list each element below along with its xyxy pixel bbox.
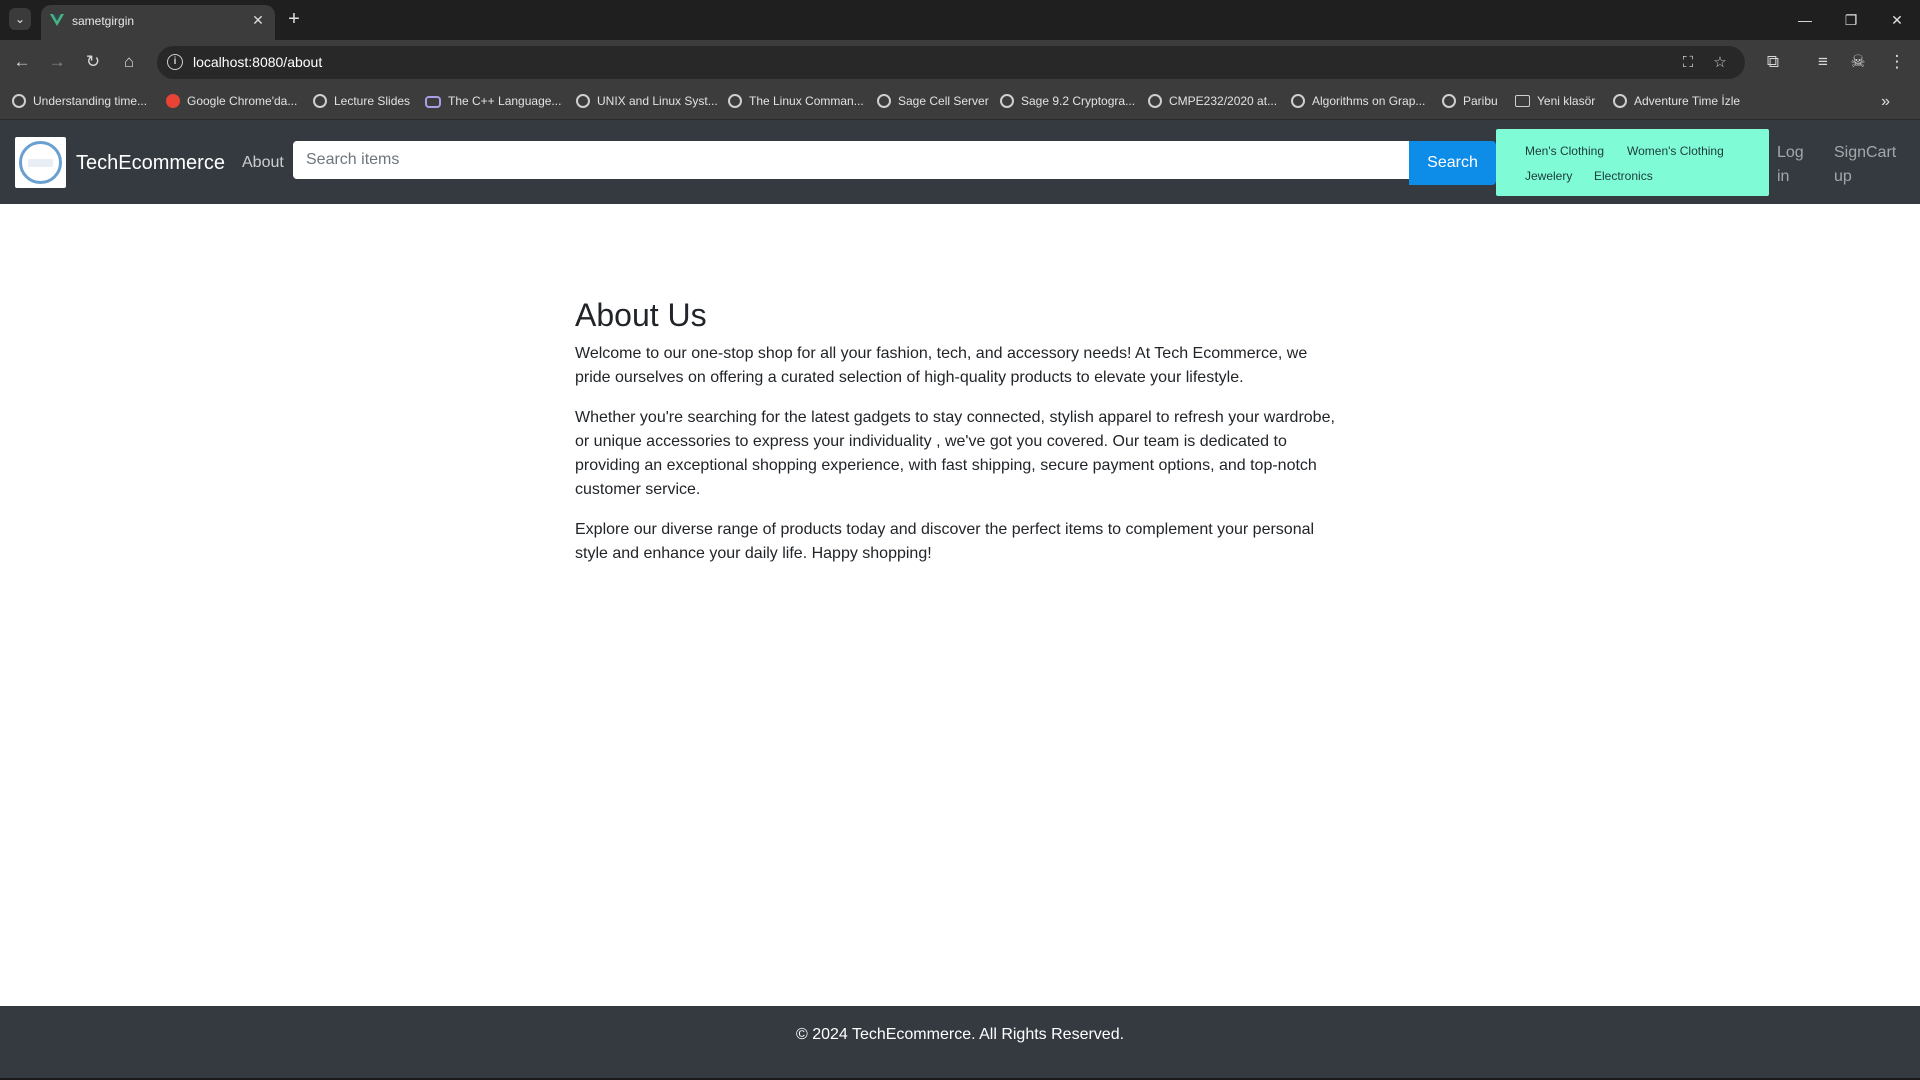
bookmarks-overflow-icon[interactable]: »	[1881, 93, 1890, 111]
bookmark-item[interactable]: Lecture Slides	[313, 94, 410, 112]
site-info-icon[interactable]: i	[167, 54, 183, 70]
site-logo[interactable]	[15, 137, 66, 188]
media-controls-icon[interactable]: ≡	[1810, 49, 1836, 75]
bookmark-label: Sage 9.2 Cryptogra...	[1021, 94, 1136, 108]
bookmark-item[interactable]: Sage 9.2 Cryptogra...	[1000, 94, 1135, 112]
footer-copyright: © 2024 TechEcommerce. All Rights Reserve…	[795, 1026, 1125, 1043]
category-mens-clothing[interactable]: Men's Clothing	[1525, 144, 1604, 158]
bookmark-label: Understanding time...	[33, 94, 148, 108]
about-paragraph: Welcome to our one-stop shop for all you…	[575, 345, 1308, 387]
bookmark-label: Google Chrome'da...	[187, 94, 298, 108]
bookmark-item[interactable]: Understanding time...	[12, 94, 147, 112]
bookmark-item[interactable]: Paribu	[1442, 94, 1498, 112]
window-close-icon[interactable]: ✕	[1882, 6, 1912, 34]
site-navbar: TechEcommerce About Search Men's Clothin…	[0, 120, 1920, 204]
category-electronics[interactable]: Electronics	[1594, 169, 1653, 183]
globe-icon	[877, 94, 891, 108]
about-paragraph: Whether you're searching for the latest …	[575, 409, 1335, 499]
reload-icon[interactable]: ↻	[80, 49, 106, 75]
search-button[interactable]: Search	[1409, 141, 1496, 185]
bookmark-item[interactable]: The C++ Language...	[425, 94, 561, 112]
page-title: About Us	[575, 297, 707, 333]
translate-icon[interactable]: ⛶	[1677, 52, 1699, 74]
extensions-icon[interactable]: ⧉	[1760, 49, 1786, 75]
category-womens-clothing[interactable]: Women's Clothing	[1627, 144, 1724, 158]
nav-about-link[interactable]: About	[242, 154, 284, 172]
globe-icon	[1442, 94, 1456, 108]
url-host: localhost	[193, 54, 249, 70]
new-tab-icon[interactable]: +	[283, 8, 305, 30]
browser-tab[interactable]: sametgirgin ✕	[41, 5, 275, 40]
bookmark-label: The Linux Comman...	[749, 94, 864, 108]
about-section: About Us Welcome to our one-stop shop fo…	[575, 296, 1345, 582]
globe-icon	[1148, 94, 1162, 108]
login-label-line2: in	[1777, 168, 1790, 185]
bookmark-item[interactable]: Algorithms on Grap...	[1291, 94, 1425, 112]
globe-icon	[1000, 94, 1014, 108]
profile-avatar-icon[interactable]: ☠	[1845, 49, 1871, 75]
bookmark-label: The C++ Language...	[448, 94, 562, 108]
globe-icon	[1291, 94, 1305, 108]
address-bar[interactable]: i localhost:8080/about ⛶ ☆	[157, 46, 1745, 79]
vue-favicon-icon	[50, 14, 64, 26]
bookmark-label: Yeni klasör	[1537, 94, 1596, 108]
forward-arrow-icon[interactable]: →	[44, 49, 70, 75]
category-menu: Men's Clothing Women's Clothing Jewelery…	[1496, 129, 1769, 196]
category-jewelery[interactable]: Jewelery	[1525, 169, 1572, 183]
logo-badge-icon	[19, 141, 62, 184]
browser-tabstrip: ⌄ sametgirgin ✕ + — ❐ ✕	[0, 0, 1920, 40]
login-link[interactable]: Log in	[1777, 141, 1804, 189]
back-arrow-icon[interactable]: ←	[9, 49, 35, 75]
bookmark-item[interactable]: Sage Cell Server	[877, 94, 989, 112]
bookmark-item[interactable]: Adventure Time İzle	[1613, 94, 1740, 112]
cloud-icon	[425, 96, 441, 108]
search-input[interactable]	[293, 141, 1409, 179]
bookmark-star-icon[interactable]: ☆	[1709, 52, 1731, 74]
browser-toolbar: ← → ↻ ⌂ i localhost:8080/about ⛶ ☆ ⧉ ≡ ☠…	[0, 40, 1920, 85]
tab-close-icon[interactable]: ✕	[249, 11, 267, 29]
bookmark-item[interactable]: Yeni klasör	[1515, 94, 1595, 112]
bookmark-item[interactable]: Google Chrome'da...	[166, 94, 297, 112]
bookmarks-bar: Understanding time... Google Chrome'da..…	[0, 85, 1920, 120]
cart-link[interactable]: Cart	[1866, 141, 1896, 165]
globe-icon	[728, 94, 742, 108]
site-footer: © 2024 TechEcommerce. All Rights Reserve…	[0, 1006, 1920, 1078]
restore-icon[interactable]: ❐	[1836, 6, 1866, 34]
login-label-line1: Log	[1777, 144, 1804, 161]
url-path: :8080/about	[248, 54, 323, 70]
minimize-icon[interactable]: —	[1790, 6, 1820, 34]
bookmark-label: Adventure Time İzle	[1634, 94, 1741, 108]
bookmark-item[interactable]: The Linux Comman...	[728, 94, 864, 112]
tab-title: sametgirgin	[72, 14, 135, 28]
signup-label-line1: Sign	[1834, 144, 1867, 161]
bookmark-item[interactable]: CMPE232/2020 at...	[1148, 94, 1277, 112]
address-url[interactable]: localhost:8080/about	[193, 54, 322, 70]
chrome-red-icon	[166, 94, 180, 108]
folder-icon	[1515, 95, 1530, 107]
browser-menu-icon[interactable]: ⋮	[1884, 49, 1910, 75]
tab-search-chevron-icon[interactable]: ⌄	[9, 8, 31, 30]
globe-icon	[12, 94, 26, 108]
globe-icon	[1613, 94, 1627, 108]
globe-icon	[313, 94, 327, 108]
home-icon[interactable]: ⌂	[116, 49, 142, 75]
bookmark-label: Algorithms on Grap...	[1312, 94, 1426, 108]
about-paragraph: Explore our diverse range of products to…	[575, 521, 1315, 563]
signup-label-line2: up	[1834, 168, 1852, 185]
bookmark-label: UNIX and Linux Syst...	[597, 94, 718, 108]
bookmark-label: Paribu	[1463, 94, 1498, 108]
bookmark-label: CMPE232/2020 at...	[1169, 94, 1278, 108]
bookmark-label: Lecture Slides	[334, 94, 411, 108]
logo-band	[28, 159, 53, 167]
signup-link[interactable]: Sign up	[1834, 141, 1866, 189]
bookmark-item[interactable]: UNIX and Linux Syst...	[576, 94, 718, 112]
bookmark-label: Sage Cell Server	[898, 94, 989, 108]
brand-link[interactable]: TechEcommerce	[76, 152, 225, 175]
globe-icon	[576, 94, 590, 108]
